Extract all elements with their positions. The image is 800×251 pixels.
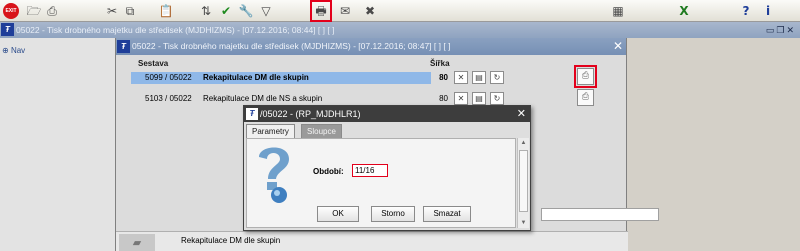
close-report-icon[interactable]: ✕ <box>454 71 468 84</box>
report-thumbnail-icon: ▰ <box>119 234 155 251</box>
report-name: Rekapitulace DM dle skupin <box>203 73 309 82</box>
scroll-up-icon[interactable]: ▲ <box>518 138 529 148</box>
preview-report-icon[interactable]: ▤ <box>472 92 486 105</box>
scroll-thumb[interactable] <box>519 150 528 212</box>
inner-logo-icon: Ŧ <box>117 40 130 53</box>
preview-report-icon[interactable]: ▤ <box>472 71 486 84</box>
report-icon[interactable]: 🖶 <box>310 0 332 22</box>
close-icon[interactable]: ✖ <box>362 3 378 19</box>
cut-icon[interactable]: ✂ <box>104 3 120 19</box>
excel-icon[interactable]: X <box>676 3 692 19</box>
dialog-scrollbar[interactable]: ▲ ▼ <box>517 138 529 228</box>
refresh-report-icon[interactable]: ↻ <box>490 92 504 105</box>
inner-window-title: 05022 - Tisk drobného majetku dle středi… <box>132 41 451 51</box>
refresh-report-icon[interactable]: ↻ <box>490 71 504 84</box>
check-icon[interactable]: ✔ <box>218 3 234 19</box>
report-preview-strip: ▰ Rekapitulace DM dle skupin <box>116 231 628 251</box>
nav-panel: ⊕ Nav <box>0 38 115 251</box>
mail-icon[interactable]: ✉ <box>337 3 353 19</box>
report-row[interactable]: 5099 / 05022 Rekapitulace DM dle skupin <box>131 72 431 84</box>
report-row[interactable]: 5103 / 05022 Rekapitulace DM dle NS a sk… <box>131 93 431 105</box>
outer-window-title: 05022 - Tisk drobného majetku dle středi… <box>16 25 335 35</box>
report-width: 80 <box>439 73 448 82</box>
main-toolbar: EXIT 🗁 ⎙ ✂ ⧉ 📋 ⇅ ✔ 🔧 ▽ 🖶 ✉ ✖ ▦ X ? i <box>0 0 800 22</box>
calendar-icon[interactable]: ▦ <box>610 3 626 19</box>
report-code: 5099 / 05022 <box>145 73 192 82</box>
column-header-sirka: Šířka <box>430 59 450 68</box>
scroll-down-icon[interactable]: ▼ <box>518 218 529 228</box>
storno-button[interactable]: Storno <box>371 206 415 222</box>
nav-label: Nav <box>10 46 26 55</box>
window-controls[interactable]: ▭❐✕ <box>766 22 796 38</box>
tab-sloupce[interactable]: Sloupce <box>301 124 342 138</box>
paste-icon[interactable]: 📋 <box>158 3 174 19</box>
sort-icon[interactable]: ⇅ <box>198 3 214 19</box>
save-icon[interactable]: 🗁 <box>26 3 42 19</box>
run-report-icon[interactable]: ⎙ <box>577 89 594 106</box>
filter-icon[interactable]: ▽ <box>258 3 274 19</box>
report-preview-label: Rekapitulace DM dle skupin <box>181 236 281 245</box>
nav-icon: ⊕ <box>2 46 9 55</box>
report-code: 5103 / 05022 <box>145 94 192 103</box>
inner-close-icon[interactable]: ✕ <box>613 38 623 55</box>
run-report-icon[interactable]: ⎙ <box>574 65 597 88</box>
question-mark-icon <box>259 147 289 203</box>
report-name: Rekapitulace DM dle NS a skupin <box>203 94 323 103</box>
column-header-sestava: Sestava <box>138 59 169 68</box>
dialog-close-icon[interactable]: ✕ <box>517 106 526 122</box>
parameters-dialog: Ŧ /05022 - (RP_MJDHLR1) ✕ Parametry Slou… <box>243 105 531 231</box>
close-report-icon[interactable]: ✕ <box>454 92 468 105</box>
outer-title-bar: Ŧ 05022 - Tisk drobného majetku dle stře… <box>0 22 800 38</box>
print-icon[interactable]: ⎙ <box>44 3 60 19</box>
info-icon[interactable]: i <box>760 3 776 19</box>
inner-title-bar: Ŧ 05022 - Tisk drobného majetku dle stře… <box>116 38 626 55</box>
dialog-title: /05022 - (RP_MJDHLR1) <box>260 109 361 119</box>
copy-icon[interactable]: ⧉ <box>122 3 138 19</box>
obdobi-input[interactable] <box>352 164 388 177</box>
text-field[interactable] <box>541 208 659 221</box>
dialog-title-bar: Ŧ /05022 - (RP_MJDHLR1) ✕ <box>244 106 530 122</box>
obdobi-label: Období: <box>313 167 344 176</box>
app-logo-icon: Ŧ <box>1 23 14 36</box>
exit-icon[interactable]: EXIT <box>3 3 19 19</box>
report-width: 80 <box>439 94 448 103</box>
dialog-logo-icon: Ŧ <box>246 108 258 120</box>
smazat-button[interactable]: Smazat <box>423 206 471 222</box>
dialog-panel: Období: OK Storno Smazat <box>246 138 516 228</box>
ok-button[interactable]: OK <box>317 206 359 222</box>
nav-item[interactable]: ⊕ Nav <box>2 46 25 55</box>
tools-icon[interactable]: 🔧 <box>238 3 254 19</box>
help-icon[interactable]: ? <box>738 3 754 19</box>
tab-parametry[interactable]: Parametry <box>246 124 295 139</box>
